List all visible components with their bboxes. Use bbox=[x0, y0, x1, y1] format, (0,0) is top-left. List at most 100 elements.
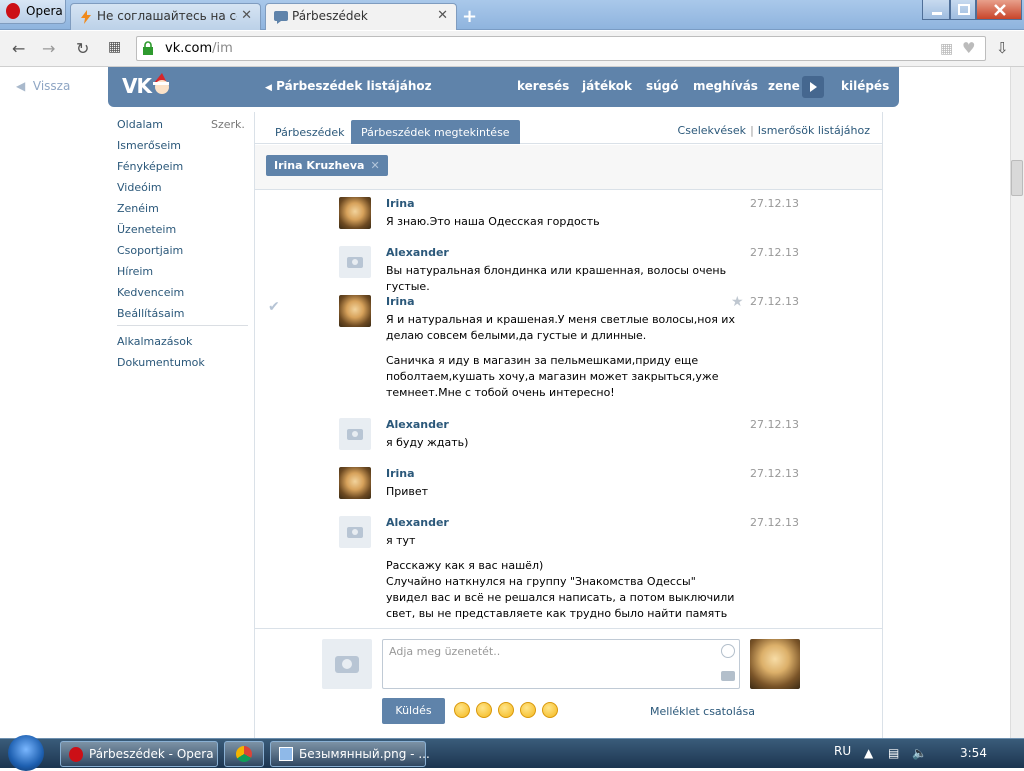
clock[interactable]: 3:54 bbox=[960, 746, 987, 760]
logout-link[interactable]: kilépés bbox=[841, 79, 889, 93]
tab-title: Не соглашайтесь на секс bbox=[97, 9, 237, 23]
smiley-icon[interactable] bbox=[721, 644, 735, 658]
message-placeholder: Adja meg üzenetét.. bbox=[389, 645, 501, 658]
send-button[interactable]: Küldés bbox=[382, 698, 445, 724]
sidebar-item-news[interactable]: Híreim bbox=[117, 265, 153, 278]
avatar[interactable] bbox=[339, 467, 371, 499]
sidebar-item-documents[interactable]: Dokumentumok bbox=[117, 356, 205, 369]
start-button[interactable] bbox=[8, 735, 44, 771]
message-author[interactable]: Alexander bbox=[386, 516, 449, 529]
help-link[interactable]: súgó bbox=[646, 79, 679, 93]
avatar[interactable] bbox=[339, 197, 371, 229]
sidebar-item-music[interactable]: Zenéim bbox=[117, 202, 159, 215]
grid-icon[interactable]: ▦ bbox=[940, 41, 953, 57]
speed-dial-icon[interactable]: ▦ bbox=[108, 39, 121, 55]
sidebar-item-my-page[interactable]: Oldalam bbox=[117, 118, 163, 131]
dialog-list-link[interactable]: ◀ Párbeszédek listájához bbox=[265, 79, 432, 93]
back-link[interactable]: ◀ Vissza bbox=[16, 79, 70, 93]
friends-list-link[interactable]: Ismerősök listájához bbox=[758, 124, 870, 137]
checkmark-icon[interactable]: ✔ bbox=[268, 299, 280, 315]
attach-link[interactable]: Melléklet csatolása bbox=[650, 705, 755, 718]
lock-icon bbox=[143, 41, 153, 55]
message-date[interactable]: 27.12.13 bbox=[750, 246, 799, 259]
message-input[interactable]: Adja meg üzenetét.. bbox=[382, 639, 740, 689]
reload-icon[interactable]: ↻ bbox=[76, 39, 89, 58]
minimize-button[interactable] bbox=[922, 0, 950, 20]
tab-dialogs[interactable]: Párbeszédek bbox=[265, 120, 355, 144]
sidebar-item-groups[interactable]: Csoportjaim bbox=[117, 244, 183, 257]
message-author[interactable]: Irina bbox=[386, 295, 415, 308]
maximize-button[interactable] bbox=[950, 0, 976, 20]
emoji-smile-icon[interactable] bbox=[498, 702, 514, 718]
sidebar-divider bbox=[117, 325, 248, 326]
peer-bar: Irina Kruzheva ✕ bbox=[255, 145, 882, 190]
avatar[interactable] bbox=[339, 295, 371, 327]
message-date[interactable]: 27.12.13 bbox=[750, 467, 799, 480]
back-chevron-icon: ◀ bbox=[16, 79, 26, 93]
remove-peer-icon[interactable]: ✕ bbox=[370, 159, 379, 172]
message-date[interactable]: 27.12.13 bbox=[750, 418, 799, 431]
browser-tab-2[interactable]: Párbeszédek ✕ bbox=[265, 3, 457, 30]
back-arrow-icon[interactable]: ← bbox=[12, 39, 25, 58]
new-tab-button[interactable]: + bbox=[462, 6, 477, 27]
search-link[interactable]: keresés bbox=[517, 79, 569, 93]
message-author[interactable]: Alexander bbox=[386, 418, 449, 431]
my-avatar-camera-icon[interactable] bbox=[322, 639, 372, 689]
emoji-wink-icon[interactable] bbox=[454, 702, 470, 718]
browser-tab-1[interactable]: Не соглашайтесь на секс ✕ bbox=[70, 3, 261, 30]
sidebar-item-messages[interactable]: Üzeneteim bbox=[117, 223, 176, 236]
sidebar-item-favorites[interactable]: Kedvenceim bbox=[117, 286, 184, 299]
taskbar-paint[interactable]: Безымянный.png - ... bbox=[270, 741, 430, 767]
sidebar-item-apps[interactable]: Alkalmazások bbox=[117, 335, 192, 348]
tab-dialog-view[interactable]: Párbeszédek megtekintése bbox=[351, 120, 520, 144]
message-text: Я и натуральная и крашеная.У меня светлы… bbox=[386, 313, 735, 342]
close-window-button[interactable] bbox=[976, 0, 1022, 20]
sidebar-item-videos[interactable]: Videóim bbox=[117, 181, 162, 194]
star-icon[interactable]: ★ bbox=[731, 294, 744, 310]
vk-logo[interactable]: VK bbox=[122, 74, 152, 98]
heart-icon[interactable]: ♥ bbox=[962, 39, 975, 57]
music-link[interactable]: zene bbox=[768, 79, 800, 93]
camera-icon[interactable] bbox=[721, 671, 735, 681]
peer-chip[interactable]: Irina Kruzheva ✕ bbox=[266, 155, 388, 176]
message-author[interactable]: Alexander bbox=[386, 246, 449, 259]
volume-icon[interactable]: 🔈 bbox=[912, 746, 927, 760]
tray-arrow-icon[interactable]: ▲ bbox=[864, 746, 873, 760]
message-author[interactable]: Irina bbox=[386, 467, 415, 480]
chrome-icon bbox=[236, 746, 252, 762]
message-author[interactable]: Irina bbox=[386, 197, 415, 210]
message-text: Саничка я иду в магазин за пельмешками,п… bbox=[386, 354, 719, 399]
network-icon[interactable]: ▤ bbox=[888, 746, 899, 760]
sidebar-item-photos[interactable]: Fényképeim bbox=[117, 160, 183, 173]
emoji-laugh-icon[interactable] bbox=[542, 702, 558, 718]
emoji-grin-icon[interactable] bbox=[520, 702, 536, 718]
message-date[interactable]: 27.12.13 bbox=[750, 295, 799, 308]
message-date[interactable]: 27.12.13 bbox=[750, 516, 799, 529]
taskbar-opera[interactable]: Párbeszédek - Opera bbox=[60, 741, 218, 767]
forward-arrow-icon[interactable]: → bbox=[42, 39, 55, 58]
emoji-blush-icon[interactable] bbox=[476, 702, 492, 718]
invite-link[interactable]: meghívás bbox=[693, 79, 758, 93]
taskbar-label: Безымянный.png - ... bbox=[299, 747, 430, 761]
play-icon[interactable] bbox=[802, 76, 824, 98]
sidebar-item-settings[interactable]: Beállításaim bbox=[117, 307, 185, 320]
scrollbar-thumb[interactable] bbox=[1011, 160, 1023, 196]
edit-menu-link[interactable]: Szerk. bbox=[211, 118, 245, 131]
opera-menu-button[interactable]: Opera bbox=[0, 0, 66, 24]
language-indicator[interactable]: RU bbox=[834, 744, 851, 758]
close-tab-icon[interactable]: ✕ bbox=[437, 8, 448, 23]
sidebar-item-friends[interactable]: Ismerőseim bbox=[117, 139, 181, 152]
message-date[interactable]: 27.12.13 bbox=[750, 197, 799, 210]
chevron-left-icon: ◀ bbox=[265, 83, 272, 93]
camera-placeholder-icon[interactable] bbox=[339, 516, 371, 548]
close-tab-icon[interactable]: ✕ bbox=[241, 8, 252, 23]
actions-link[interactable]: Cselekvések bbox=[678, 124, 747, 137]
download-icon[interactable]: ⇩ bbox=[996, 39, 1009, 57]
camera-placeholder-icon[interactable] bbox=[339, 418, 371, 450]
peer-avatar[interactable] bbox=[750, 639, 800, 689]
taskbar-chrome[interactable] bbox=[224, 741, 264, 767]
camera-placeholder-icon[interactable] bbox=[339, 246, 371, 278]
games-link[interactable]: játékok bbox=[582, 79, 632, 93]
address-bar[interactable]: vk.com/im ▦ ♥ bbox=[136, 36, 986, 61]
taskbar-label: Párbeszédek - Opera bbox=[89, 747, 214, 761]
